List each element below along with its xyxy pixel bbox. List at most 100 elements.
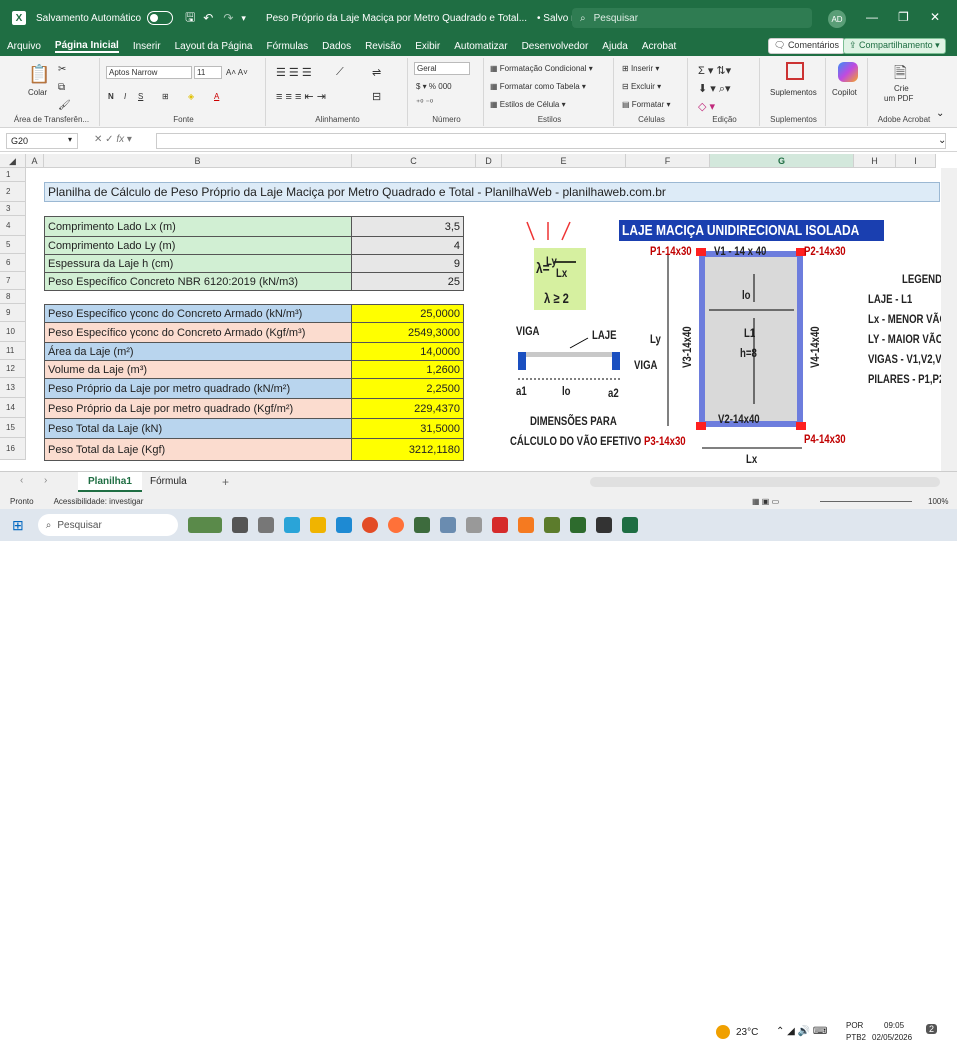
column-header-H[interactable]: H <box>854 154 896 168</box>
number-format-select[interactable]: Geral <box>414 62 470 75</box>
widget-trees-icon[interactable] <box>187 517 222 533</box>
next-sheet-icon[interactable]: › <box>44 475 47 486</box>
comments-button[interactable]: 🗨 Comentários <box>768 38 845 54</box>
format-table-button[interactable]: ▦ Formatar como Tabela ▾ <box>490 82 586 91</box>
menu-tab-0[interactable]: Arquivo <box>7 41 41 52</box>
fx-icon[interactable]: ✕ ✓ fx ▾ <box>94 134 132 145</box>
result-value[interactable]: 31,5000 <box>351 418 464 439</box>
copilot-button[interactable]: Copilot <box>832 88 857 97</box>
result-value[interactable]: 3212,1180 <box>351 438 464 461</box>
input-value[interactable]: 3,5 <box>351 216 464 237</box>
row-header-8[interactable]: 8 <box>0 290 26 304</box>
cut-icon[interactable]: ✂ <box>58 64 66 75</box>
title-search-box[interactable]: ⌕ Pesquisar <box>572 8 812 28</box>
input-label[interactable]: Espessura da Laje h (cm) <box>44 254 352 273</box>
chrome-icon[interactable] <box>361 517 378 533</box>
column-header-B[interactable]: B <box>44 154 352 168</box>
prev-sheet-icon[interactable]: ‹ <box>20 475 23 486</box>
tab-formula[interactable]: Fórmula <box>140 472 197 492</box>
language-1[interactable]: POR <box>846 1021 863 1030</box>
formula-input[interactable] <box>156 133 946 149</box>
expand-formula-icon[interactable]: ⌄ <box>938 135 946 146</box>
row-header-3[interactable]: 3 <box>0 202 26 216</box>
result-value[interactable]: 2549,3000 <box>351 322 464 343</box>
result-label[interactable]: Peso Específico γconc do Concreto Armado… <box>44 322 352 343</box>
zoom-slider[interactable] <box>820 501 912 502</box>
customize-qat-icon[interactable]: ▾ <box>241 13 246 24</box>
taskbar-search[interactable]: ⌕ Pesquisar <box>37 514 178 536</box>
vertical-scrollbar[interactable] <box>941 168 957 471</box>
menu-tab-10[interactable]: Ajuda <box>602 41 628 52</box>
currency-icon[interactable]: $ ▾ % 000 <box>416 82 452 91</box>
row-header-14[interactable]: 14 <box>0 398 26 418</box>
language-2[interactable]: PTB2 <box>846 1033 866 1042</box>
row-header-5[interactable]: 5 <box>0 236 26 254</box>
input-value[interactable]: 9 <box>351 254 464 273</box>
task-view-icon[interactable] <box>231 517 248 533</box>
row-header-9[interactable]: 9 <box>0 304 26 322</box>
font-color-icon[interactable]: A <box>214 92 219 101</box>
paste-label[interactable]: Colar <box>28 88 47 97</box>
dw-icon[interactable] <box>569 517 586 533</box>
row-header-2[interactable]: 2 <box>0 182 26 202</box>
bold-icon[interactable]: N <box>108 92 114 101</box>
result-label[interactable]: Volume da Laje (m³) <box>44 360 352 379</box>
app3-icon[interactable] <box>517 517 534 533</box>
input-label[interactable]: Peso Específico Concreto NBR 6120:2019 (… <box>44 272 352 291</box>
share-button[interactable]: ⇪ Compartilhamento ▾ <box>843 38 946 54</box>
weather-icon[interactable] <box>716 1025 730 1039</box>
input-label[interactable]: Comprimento Lado Ly (m) <box>44 236 352 255</box>
format-cells-button[interactable]: ▤ Formatar ▾ <box>622 100 670 109</box>
user-avatar[interactable]: AD <box>828 10 846 28</box>
row-header-16[interactable]: 16 <box>0 438 26 460</box>
result-value[interactable]: 229,4370 <box>351 398 464 419</box>
windows-start-icon[interactable]: ⊞ <box>12 517 24 534</box>
align-top-icon[interactable]: ☰ ☰ ☰ <box>276 66 312 79</box>
format-painter-icon[interactable]: 🖌 <box>58 100 71 111</box>
result-label[interactable]: Peso Próprio da Laje por metro quadrado … <box>44 398 352 419</box>
app4-icon[interactable] <box>543 517 560 533</box>
notification-badge[interactable]: 2 <box>926 1024 938 1034</box>
result-label[interactable]: Peso Total da Laje (kN) <box>44 418 352 439</box>
result-label[interactable]: Área da Laje (m²) <box>44 342 352 361</box>
excel-taskbar-icon[interactable] <box>621 517 638 533</box>
select-all-corner[interactable]: ◢ <box>0 154 26 168</box>
menu-tab-7[interactable]: Exibir <box>415 41 440 52</box>
column-header-C[interactable]: C <box>352 154 476 168</box>
copy-icon[interactable]: ⧉ <box>58 82 65 93</box>
column-header-I[interactable]: I <box>896 154 936 168</box>
row-header-10[interactable]: 10 <box>0 322 26 342</box>
temperature[interactable]: 23°C <box>736 1027 758 1038</box>
result-label[interactable]: Peso Próprio da Laje por metro quadrado … <box>44 378 352 399</box>
column-header-F[interactable]: F <box>626 154 710 168</box>
clear-icon[interactable]: ◇ ▾ <box>698 100 715 113</box>
slab-diagram-image[interactable]: LAJE MACIÇA UNIDIRECIONAL ISOLADA Ly λ= … <box>504 214 941 471</box>
menu-tab-4[interactable]: Fórmulas <box>266 41 308 52</box>
menu-tab-3[interactable]: Layout da Página <box>175 41 253 52</box>
font-grow-icon[interactable]: A˄ A˅ <box>226 68 248 77</box>
input-value[interactable]: 25 <box>351 272 464 291</box>
collapse-ribbon-icon[interactable]: ⌄ <box>936 108 944 119</box>
file-explorer-icon[interactable] <box>309 517 326 533</box>
settings-icon[interactable] <box>257 517 274 533</box>
menu-tab-9[interactable]: Desenvolvedor <box>522 41 589 52</box>
row-header-13[interactable]: 13 <box>0 378 26 398</box>
result-value[interactable]: 1,2600 <box>351 360 464 379</box>
sheet-title[interactable]: Planilha de Cálculo de Peso Próprio da L… <box>44 182 940 202</box>
addins-button[interactable]: Suplementos <box>770 88 817 97</box>
app2-icon[interactable] <box>465 517 482 533</box>
fill-icon[interactable]: ⬇ ▾ ⌕▾ <box>698 82 731 96</box>
save-icon[interactable]: 🖫 <box>185 8 195 29</box>
wrap-text-icon[interactable]: ⇌ <box>372 66 381 79</box>
borders-icon[interactable]: ⊞ <box>162 92 169 101</box>
terminal-icon[interactable] <box>595 517 612 533</box>
redo-icon[interactable]: ↷ <box>223 11 233 25</box>
cell-styles-button[interactable]: ▦ Estilos de Célula ▾ <box>490 100 566 109</box>
result-value[interactable]: 14,0000 <box>351 342 464 361</box>
zoom-level[interactable]: 100% <box>928 497 948 506</box>
tab-planilha1[interactable]: Planilha1 <box>78 472 142 492</box>
row-header-15[interactable]: 15 <box>0 418 26 438</box>
firefox-icon[interactable] <box>387 517 404 533</box>
copilot-icon[interactable] <box>838 62 858 82</box>
autosave-toggle[interactable] <box>147 11 174 25</box>
